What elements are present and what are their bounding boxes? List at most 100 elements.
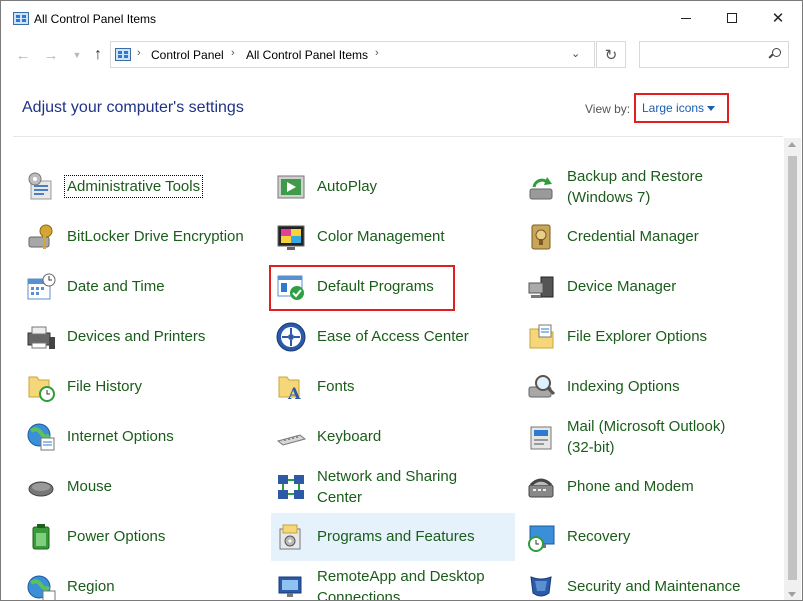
recovery-icon: [525, 521, 557, 553]
address-dropdown-icon[interactable]: ⌄: [571, 47, 580, 60]
credential-manager-icon: [525, 221, 557, 253]
close-icon: ✕: [771, 10, 785, 27]
item-indexing-options[interactable]: Indexing Options: [521, 363, 765, 411]
mail-icon: [525, 421, 557, 453]
vertical-scrollbar[interactable]: [784, 138, 801, 600]
region-icon: [25, 571, 57, 600]
maximize-icon: [727, 13, 737, 23]
control-panel-icon: [115, 48, 131, 61]
refresh-icon: ↻: [604, 46, 618, 64]
minimize-button[interactable]: [663, 1, 709, 35]
item-device-manager[interactable]: Device Manager: [521, 263, 765, 311]
item-network-sharing[interactable]: Network and Sharing Center: [271, 463, 515, 511]
breadcrumb-control-panel[interactable]: Control Panel: [151, 48, 224, 62]
item-remoteapp[interactable]: RemoteApp and Desktop Connections: [271, 563, 515, 600]
device-manager-icon: [525, 271, 557, 303]
control-panel-window: All Control Panel Items ✕ ← → ▼ ↑ › Cont…: [0, 0, 803, 601]
close-button[interactable]: ✕: [755, 1, 801, 35]
breadcrumb-all-items[interactable]: All Control Panel Items: [246, 48, 368, 62]
item-label: Date and Time: [67, 278, 165, 295]
navigation-bar: ← → ▼ ↑ › Control Panel › All Control Pa…: [1, 37, 802, 75]
item-internet-options[interactable]: Internet Options: [21, 413, 265, 461]
item-mouse[interactable]: Mouse: [21, 463, 265, 511]
internet-options-icon: [25, 421, 57, 453]
item-keyboard[interactable]: Keyboard: [271, 413, 515, 461]
item-credential-manager[interactable]: Credential Manager: [521, 213, 765, 261]
power-options-icon: [25, 521, 57, 553]
item-label: File History: [67, 378, 143, 395]
item-bitlocker[interactable]: BitLocker Drive Encryption: [21, 213, 265, 261]
title-bar: All Control Panel Items ✕: [1, 1, 802, 37]
scrollbar-thumb[interactable]: [788, 156, 797, 580]
view-by-value[interactable]: Large icons: [642, 101, 704, 115]
item-label: Recovery: [567, 528, 631, 545]
item-mail[interactable]: Mail (Microsoft Outlook) (32-bit): [521, 413, 765, 461]
item-phone-modem[interactable]: Phone and Modem: [521, 463, 765, 511]
item-label: Device Manager: [567, 278, 677, 295]
recent-locations-button[interactable]: ▼: [67, 45, 87, 65]
chevron-right-icon[interactable]: ›: [137, 47, 141, 59]
item-label: Network and Sharing Center: [317, 466, 457, 508]
up-button[interactable]: ↑: [88, 45, 108, 65]
view-by-label: View by:: [585, 102, 631, 116]
item-file-explorer-options[interactable]: File Explorer Options: [521, 313, 765, 361]
item-label: Phone and Modem: [567, 478, 694, 495]
item-region[interactable]: Region: [21, 563, 265, 600]
minimize-icon: [681, 17, 691, 19]
control-panel-icon: [13, 12, 29, 25]
item-label-line1: RemoteApp and Desktop: [317, 568, 485, 585]
search-input[interactable]: [639, 41, 789, 68]
refresh-button[interactable]: ↻: [596, 41, 626, 68]
arrow-left-icon: ←: [15, 46, 31, 64]
address-bar[interactable]: › Control Panel › All Control Panel Item…: [110, 41, 595, 68]
divider: [13, 136, 783, 137]
item-programs-features[interactable]: Programs and Features: [271, 513, 515, 561]
item-file-history[interactable]: File History: [21, 363, 265, 411]
item-label-line2: Center: [317, 489, 363, 506]
item-label: File Explorer Options: [567, 328, 708, 345]
item-date-time[interactable]: Date and Time: [21, 263, 265, 311]
keyboard-icon: [275, 421, 307, 453]
item-label: Power Options: [67, 528, 166, 545]
item-label: Mouse: [67, 478, 113, 495]
chevron-right-icon[interactable]: ›: [375, 47, 379, 59]
scroll-up-icon[interactable]: [788, 142, 796, 147]
arrow-up-icon: ↑: [94, 46, 102, 63]
item-label: RemoteApp and Desktop Connections: [317, 566, 485, 600]
item-label: Ease of Access Center: [317, 328, 469, 345]
item-color-management[interactable]: Color Management: [271, 213, 515, 261]
item-administrative-tools[interactable]: Administrative Tools: [21, 163, 265, 211]
caret-down-icon: [707, 106, 715, 111]
item-label: BitLocker Drive Encryption: [67, 228, 244, 245]
item-label: Color Management: [317, 228, 445, 245]
forward-button[interactable]: →: [41, 45, 61, 65]
item-label: Administrative Tools: [63, 175, 204, 198]
scroll-down-icon[interactable]: [788, 592, 796, 597]
chevron-right-icon[interactable]: ›: [231, 47, 235, 59]
window-title: All Control Panel Items: [34, 12, 157, 26]
view-by-dropdown[interactable]: Large icons: [634, 93, 729, 123]
item-backup-restore[interactable]: Backup and Restore (Windows 7): [521, 163, 765, 211]
item-label-line1: Mail (Microsoft Outlook): [567, 418, 726, 435]
item-security-maintenance[interactable]: Security and Maintenance: [521, 563, 765, 600]
back-button[interactable]: ←: [13, 45, 33, 65]
item-devices-printers[interactable]: Devices and Printers: [21, 313, 265, 361]
item-label: Indexing Options: [567, 378, 680, 395]
item-autoplay[interactable]: AutoPlay: [271, 163, 515, 211]
item-power-options[interactable]: Power Options: [21, 513, 265, 561]
item-label-line1: Network and Sharing: [317, 468, 458, 485]
ease-of-access-icon: [275, 321, 307, 353]
maximize-button[interactable]: [709, 1, 755, 35]
item-ease-of-access[interactable]: Ease of Access Center: [271, 313, 515, 361]
mouse-icon: [25, 471, 57, 503]
item-label: Backup and Restore (Windows 7): [567, 166, 703, 208]
svg-text:A: A: [287, 384, 301, 403]
backup-restore-icon: [525, 171, 557, 203]
chevron-down-icon: ▼: [72, 50, 82, 60]
item-label: Internet Options: [67, 428, 174, 445]
item-fonts[interactable]: A Fonts: [271, 363, 515, 411]
item-recovery[interactable]: Recovery: [521, 513, 765, 561]
devices-printers-icon: [25, 321, 57, 353]
search-icon: [769, 48, 781, 59]
item-label: Keyboard: [317, 428, 382, 445]
